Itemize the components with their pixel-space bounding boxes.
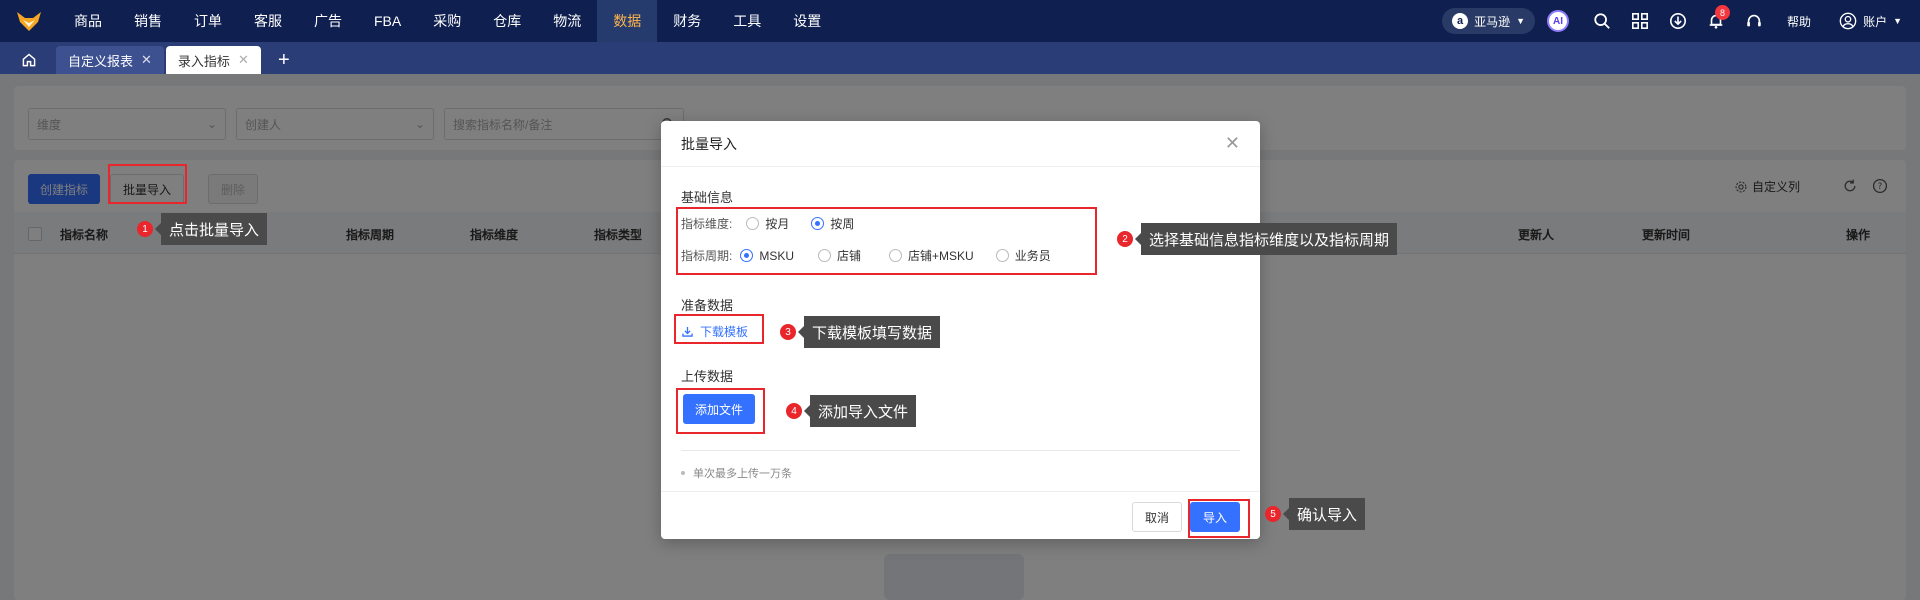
nav-item-customer-service[interactable]: 客服 [238,0,298,42]
marketplace-label: 亚马逊 [1474,14,1511,29]
help-label: 帮助 [1787,14,1812,29]
dialog-footer: 取消 导入 [661,491,1260,539]
upload-limit-text: 单次最多上传一万条 [693,468,792,480]
close-icon[interactable]: ✕ [141,52,152,68]
user-icon [1839,12,1857,30]
page-tabs-bar: 自定义报表 ✕ 录入指标 ✕ + [0,42,1920,74]
nav-item-products[interactable]: 商品 [58,0,118,42]
nav-item-warehouse[interactable]: 仓库 [477,0,537,42]
ai-icon[interactable]: AI [1547,10,1570,32]
highlight-import-button [1188,499,1250,538]
account-menu[interactable]: 账户 ▼ [1825,0,1920,42]
upload-data-title: 上传数据 [681,369,734,384]
annotation-text: 下载模板填写数据 [797,316,941,348]
annotation-number: 1 [137,221,153,237]
tab-enter-metrics[interactable]: 录入指标 ✕ [165,46,261,74]
nav-item-data[interactable]: 数据 [597,0,658,42]
nav-item-tools[interactable]: 工具 [717,0,777,42]
nav-item-logistics[interactable]: 物流 [537,0,597,42]
caret-down-icon: ▼ [1893,16,1902,26]
highlight-download-template [674,314,764,344]
nav-item-settings[interactable]: 设置 [777,0,837,42]
close-icon[interactable]: ✕ [238,52,249,68]
amazon-icon: a [1452,13,1469,29]
search-icon[interactable] [1583,0,1621,42]
annotation-4: 4 添加导入文件 [786,395,917,427]
dialog-title: 批量导入 [681,135,737,152]
annotation-1: 1 点击批量导入 [137,213,268,245]
top-nav: 商品 销售 订单 客服 广告 FBA 采购 仓库 物流 数据 财务 工具 设置 … [0,0,1920,42]
apps-grid-icon[interactable] [1621,0,1659,42]
annotation-number: 5 [1265,506,1281,522]
nav-item-purchase[interactable]: 采购 [417,0,477,42]
annotation-text: 选择基础信息指标维度以及指标周期 [1134,223,1398,255]
tab-label: 录入指标 [177,53,230,69]
close-icon[interactable]: ✕ [1225,133,1240,154]
nav-item-orders[interactable]: 订单 [178,0,238,42]
download-circle-icon[interactable] [1659,0,1697,42]
fox-logo-icon [17,12,41,31]
annotation-text: 点击批量导入 [154,213,268,245]
caret-down-icon: ▼ [1516,16,1526,26]
annotation-text: 确认导入 [1282,498,1366,530]
bell-icon[interactable]: 8 [1697,0,1735,42]
highlight-batch-import [108,164,187,204]
annotation-number: 4 [786,403,802,419]
bullet-icon [681,471,685,475]
nav-item-ads[interactable]: 广告 [298,0,358,42]
prepare-data-title: 准备数据 [681,298,734,313]
add-tab-icon[interactable]: + [269,46,299,74]
annotation-5: 5 确认导入 [1265,498,1366,530]
headset-icon[interactable] [1735,0,1773,42]
annotation-text: 添加导入文件 [803,395,917,427]
annotation-number: 3 [780,324,796,340]
annotation-2: 2 选择基础信息指标维度以及指标周期 [1117,223,1398,255]
nav-item-fba[interactable]: FBA [358,0,417,42]
highlight-add-file [676,388,765,434]
nav-item-finance[interactable]: 财务 [657,0,717,42]
highlight-basic-info [676,207,1097,275]
divider [681,450,1240,451]
help-link[interactable]: 帮助 [1773,0,1825,42]
notification-count-badge: 8 [1715,5,1731,20]
tab-custom-report[interactable]: 自定义报表 ✕ [56,46,164,74]
app-logo[interactable] [0,0,58,42]
account-label: 账户 [1863,14,1888,29]
annotation-number: 2 [1117,231,1133,247]
marketplace-selector[interactable]: a 亚马逊 ▼ [1442,8,1536,34]
basic-info-title: 基础信息 [681,190,734,205]
tab-label: 自定义报表 [68,53,134,69]
home-tab[interactable] [12,46,46,74]
dialog-header: 批量导入 ✕ [661,121,1260,167]
cancel-button[interactable]: 取消 [1132,502,1182,532]
home-icon [22,53,36,67]
upload-limit-note: 单次最多上传一万条 [681,465,792,481]
nav-item-sales[interactable]: 销售 [118,0,178,42]
annotation-3: 3 下载模板填写数据 [780,316,941,348]
